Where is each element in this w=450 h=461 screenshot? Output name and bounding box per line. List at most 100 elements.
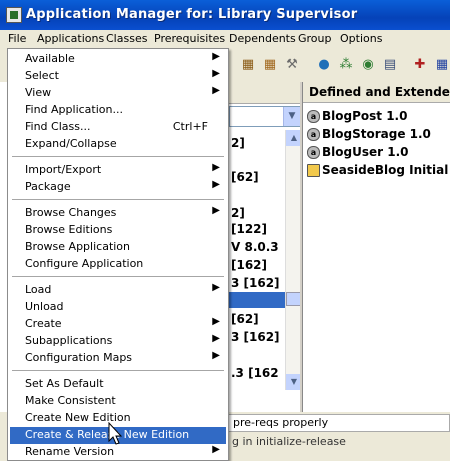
selected-row[interactable] (229, 292, 285, 308)
submenu-arrow-icon: ▶ (212, 68, 220, 79)
submenu-arrow-icon: ▶ (212, 316, 220, 327)
list-item[interactable]: a BlogUser 1.0 (307, 145, 408, 159)
menu-item-set-as-default[interactable]: Set As Default (10, 376, 226, 393)
title-bar: Application Manager for: Library Supervi… (0, 0, 450, 30)
list-item[interactable]: [122] (231, 222, 267, 236)
shapes-icon[interactable]: ✚ (412, 57, 428, 73)
menu-file[interactable]: File (8, 32, 26, 45)
menu-item-load[interactable]: Load ▶ (10, 282, 226, 299)
menu-item-rename-version[interactable]: Rename Version ▶ (10, 444, 226, 461)
window-title: Application Manager for: Library Supervi… (26, 7, 358, 22)
menu-prerequisites[interactable]: Prerequisites (154, 32, 225, 45)
menu-item-label: Package (25, 180, 71, 193)
applications-dropdown-menu: Available ▶ Select ▶ View ▶ Find Application..… (7, 48, 229, 461)
menu-separator (12, 276, 224, 277)
defined-extended-header: Defined and Extended (303, 82, 450, 103)
menu-applications[interactable]: Applications (37, 32, 104, 45)
app-icon: a (307, 110, 320, 123)
table-icon[interactable]: ▦ (434, 57, 450, 73)
list-item[interactable]: 3 [162] (231, 330, 280, 344)
menu-separator (12, 370, 224, 371)
menu-item-label: Find Application... (25, 103, 123, 116)
list-item[interactable]: 2] (231, 206, 245, 220)
mouse-cursor-icon (108, 422, 123, 445)
status-line: g in initialize-release (232, 435, 346, 448)
menu-group[interactable]: Group (298, 32, 332, 45)
menu-item-make-consistent[interactable]: Make Consistent (10, 393, 226, 410)
list-item[interactable]: V 8.0.3 (231, 240, 279, 254)
submenu-arrow-icon: ▶ (212, 282, 220, 293)
menu-item-browse-changes[interactable]: Browse Changes ▶ (10, 205, 226, 222)
menu-item-configure-application[interactable]: Configure Application (10, 256, 226, 273)
list-item[interactable]: 2] (231, 136, 245, 150)
list-item[interactable]: [162] (231, 258, 267, 272)
menu-item-view[interactable]: View ▶ (10, 85, 226, 102)
menu-item-label: Configure Application (25, 257, 144, 270)
applications-pane-header (229, 82, 301, 104)
defined-extended-pane[interactable]: Defined and Extended a BlogPost 1.0 a Blog… (302, 82, 450, 412)
menu-item-find-class[interactable]: Find Class... Ctrl+F (10, 119, 226, 136)
applications-pane[interactable]: ▼ 2] [62] 2] [122] V 8.0.3 [162] 3 [162]… (228, 82, 302, 412)
menu-item-unload[interactable]: Unload (10, 299, 226, 316)
menu-item-select[interactable]: Select ▶ (10, 68, 226, 85)
menu-item-expand-collapse[interactable]: Expand/Collapse (10, 136, 226, 153)
list-item-label: BlogStorage 1.0 (322, 127, 431, 141)
submenu-arrow-icon: ▶ (212, 85, 220, 96)
submenu-arrow-icon: ▶ (212, 162, 220, 173)
menu-item-label: Make Consistent (25, 394, 116, 407)
menu-item-subapplications[interactable]: Subapplications ▶ (10, 333, 226, 350)
list-item[interactable]: SeasideBlog Initial (307, 163, 448, 177)
chevron-down-icon[interactable]: ▼ (283, 107, 300, 126)
menu-dependents[interactable]: Dependents (229, 32, 296, 45)
menu-options[interactable]: Options (340, 32, 382, 45)
refresh-icon[interactable]: ◉ (360, 57, 376, 73)
menu-item-label: Load (25, 283, 52, 296)
globe-icon[interactable]: ● (316, 57, 332, 73)
list-item[interactable]: a BlogPost 1.0 (307, 109, 407, 123)
menu-item-available[interactable]: Available ▶ (10, 51, 226, 68)
menu-item-package[interactable]: Package ▶ (10, 179, 226, 196)
applications-filter-combo[interactable]: ▼ (229, 106, 301, 127)
menu-item-import-export[interactable]: Import/Export ▶ (10, 162, 226, 179)
menu-item-label: Browse Editions (25, 223, 113, 236)
menu-separator (12, 199, 224, 200)
list-item[interactable]: [62] (231, 170, 259, 184)
hierarchy-icon[interactable]: ▦ (240, 57, 256, 73)
list-item-label: BlogPost 1.0 (322, 109, 408, 123)
menu-item-label: Browse Application (25, 240, 131, 253)
submenu-arrow-icon: ▶ (212, 333, 220, 344)
list-item[interactable]: [62] (231, 312, 259, 326)
menu-item-label: Available (25, 52, 75, 65)
list-item-label: SeasideBlog Initial (322, 163, 449, 177)
menu-item-label: Unload (25, 300, 64, 313)
menu-item-label: Expand/Collapse (25, 137, 117, 150)
menu-item-browse-editions[interactable]: Browse Editions (10, 222, 226, 239)
submenu-arrow-icon: ▶ (212, 350, 220, 361)
status-line: pre-reqs properly (228, 414, 450, 432)
list-item[interactable]: 3 [162] (231, 276, 280, 290)
menu-item-label: Find Class... (25, 120, 91, 133)
menu-item-create[interactable]: Create ▶ (10, 316, 226, 333)
menu-item-label: Subapplications (25, 334, 113, 347)
app-icon: a (307, 146, 320, 159)
menu-item-label: Set As Default (25, 377, 104, 390)
menu-item-label: View (25, 86, 52, 99)
menu-item-label: Create (25, 317, 62, 330)
menu-item-label: Rename Version (25, 445, 115, 458)
tools-icon[interactable]: ⚒ (284, 57, 300, 73)
app-icon: a (307, 128, 320, 141)
menu-bar: File Applications Classes Prerequisites … (0, 30, 450, 49)
menu-classes[interactable]: Classes (106, 32, 147, 45)
menu-item-find-application[interactable]: Find Application... (10, 102, 226, 119)
list-item[interactable]: .3 [162 (231, 366, 279, 380)
submenu-arrow-icon: ▶ (212, 205, 220, 216)
app-icon[interactable] (6, 7, 22, 23)
grid-icon[interactable]: ▦ (262, 57, 278, 73)
tree-icon[interactable]: ⁂ (338, 57, 354, 73)
menu-item-configuration-maps[interactable]: Configuration Maps ▶ (10, 350, 226, 367)
list-item[interactable]: a BlogStorage 1.0 (307, 127, 431, 141)
menu-item-browse-application[interactable]: Browse Application (10, 239, 226, 256)
menu-item-label: Configuration Maps (25, 351, 133, 364)
document-icon[interactable]: ▤ (382, 57, 398, 73)
folder-icon (307, 164, 320, 177)
